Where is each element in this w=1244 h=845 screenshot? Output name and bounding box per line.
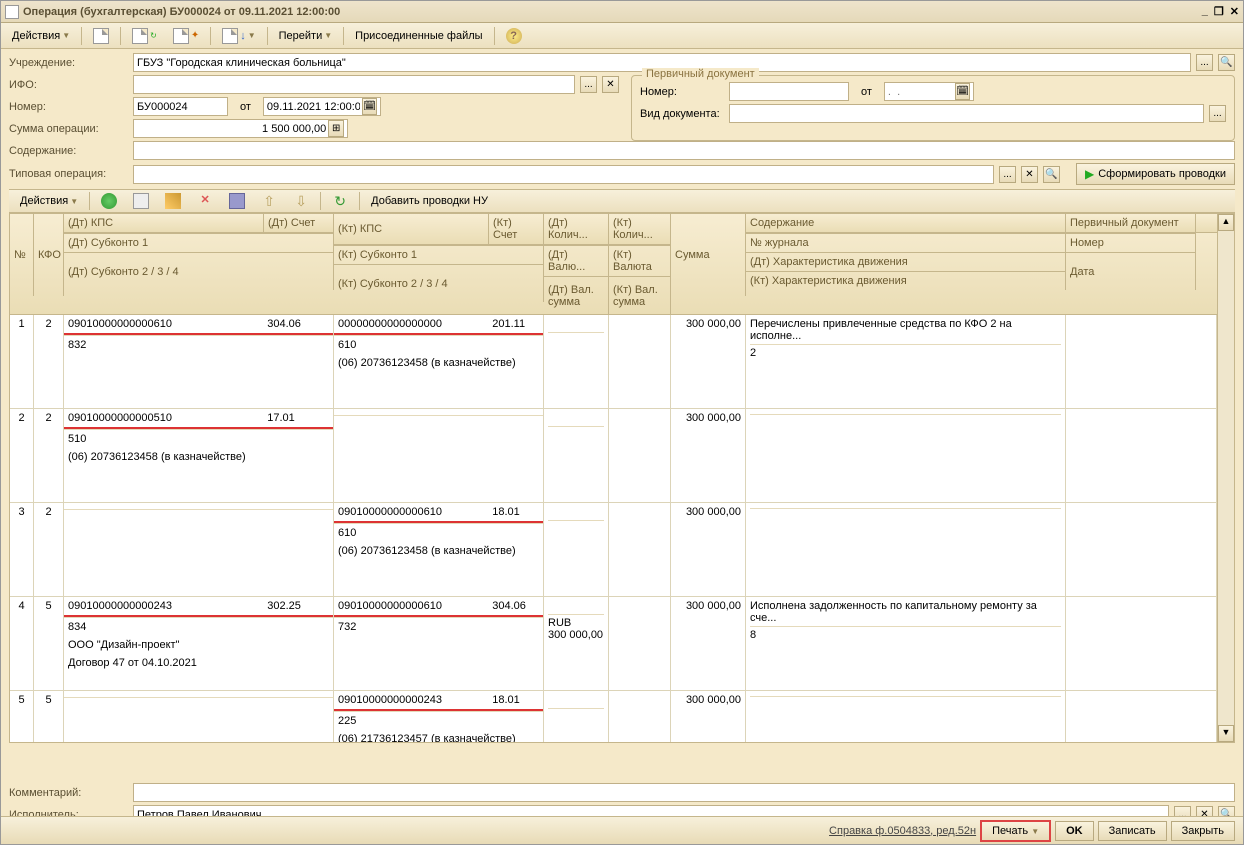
print-button[interactable]: Печать ▼ (980, 820, 1051, 842)
main-toolbar: Действия ▼ ↻ ✦ ↓▼ Перейти ▼ Присоединенн… (1, 23, 1243, 49)
prim-num-input[interactable] (729, 82, 849, 101)
primary-legend: Первичный документ (642, 68, 759, 80)
edit-icon (165, 193, 181, 209)
refresh-button[interactable]: ↻ (325, 190, 355, 212)
org-select-button[interactable]: ... (1196, 54, 1213, 71)
scroll-down-button[interactable]: ▼ (1218, 725, 1234, 742)
grid-actions-menu[interactable]: Действия ▼ (13, 192, 85, 210)
ifo-select-button[interactable]: ... (580, 76, 597, 93)
new-button[interactable] (86, 25, 116, 47)
typical-select-button[interactable]: ... (999, 166, 1016, 183)
prim-num-label: Номер: (640, 86, 725, 98)
move-up-button[interactable]: ⇧ (254, 190, 284, 212)
from-label: от (240, 101, 251, 113)
minimize-button[interactable]: _ (1202, 5, 1208, 18)
entries-grid: № КФО (Дт) КПС(Дт) Счет (Дт) Субконто 1 … (9, 213, 1235, 743)
save-icon (229, 193, 245, 209)
typical-clear-button[interactable]: ✕ (1021, 166, 1038, 183)
move-down-button[interactable]: ⇩ (286, 190, 316, 212)
prim-type-select-button[interactable]: ... (1209, 105, 1226, 122)
close-button[interactable]: ✕ (1230, 5, 1239, 18)
comment-input[interactable] (133, 783, 1235, 802)
calendar-icon[interactable]: 🗓 (955, 83, 970, 100)
close-form-button[interactable]: Закрыть (1171, 821, 1235, 841)
date-input[interactable]: 🗓 (263, 97, 381, 116)
table-row[interactable]: 5 5 0901000000000024318.01 225 (06) 2173… (10, 691, 1217, 742)
number-label: Номер: (9, 101, 129, 113)
calculator-icon[interactable]: ⊞ (328, 120, 344, 137)
ifo-label: ИФО: (9, 79, 129, 91)
grid-header: № КФО (Дт) КПС(Дт) Счет (Дт) Субконто 1 … (10, 214, 1217, 315)
number-input[interactable] (133, 97, 228, 116)
page-icon (93, 28, 109, 44)
add-row-button[interactable] (94, 190, 124, 212)
template-button[interactable]: ✦ (166, 25, 206, 47)
prim-from-label: от (861, 86, 872, 98)
page-template-icon (173, 28, 189, 44)
save-row-button[interactable] (222, 190, 252, 212)
refresh-icon: ↻ (332, 193, 348, 209)
down-icon: ⇩ (293, 193, 309, 209)
help-link[interactable]: Справка ф.0504833, ред.52н (829, 825, 976, 837)
insert-button[interactable]: ↓▼ (215, 25, 262, 47)
table-row[interactable]: 4 5 09010000000000243302.25 834 ООО "Диз… (10, 597, 1217, 691)
sum-input[interactable]: ⊞ (133, 119, 348, 138)
goto-menu[interactable]: Перейти ▼ (272, 27, 340, 45)
ifo-input[interactable] (133, 75, 575, 94)
help-icon: ? (506, 28, 522, 44)
page-insert-icon (222, 28, 238, 44)
app-icon (5, 5, 19, 19)
up-icon: ⇧ (261, 193, 277, 209)
content-input[interactable] (133, 141, 1235, 160)
delete-icon: ✕ (197, 193, 213, 209)
bottom-bar: Справка ф.0504833, ред.52н Печать ▼ OK З… (1, 816, 1243, 844)
col-num[interactable]: № (10, 214, 34, 296)
delete-row-button[interactable]: ✕ (190, 190, 220, 212)
prim-type-label: Вид документа: (640, 108, 725, 120)
typical-input[interactable] (133, 165, 994, 184)
org-search-button[interactable]: 🔍 (1218, 54, 1235, 71)
calendar-icon[interactable]: 🗓 (362, 98, 377, 115)
table-row[interactable]: 2 2 0901000000000051017.01 510 (06) 2073… (10, 409, 1217, 503)
content-label: Содержание: (9, 145, 129, 157)
reload-button[interactable]: ↻ (125, 25, 164, 47)
play-icon: ▶ (1085, 167, 1094, 181)
prim-type-input[interactable] (729, 104, 1204, 123)
vertical-scrollbar[interactable]: ▲ ▼ (1217, 214, 1234, 742)
copy-icon (133, 193, 149, 209)
ifo-clear-button[interactable]: ✕ (602, 76, 619, 93)
sum-label: Сумма операции: (9, 123, 129, 135)
typical-search-button[interactable]: 🔍 (1043, 166, 1060, 183)
add-nu-button[interactable]: Добавить проводки НУ (364, 192, 495, 210)
edit-row-button[interactable] (158, 190, 188, 212)
comment-label: Комментарий: (9, 787, 129, 799)
titlebar: Операция (бухгалтерская) БУ000024 от 09.… (1, 1, 1243, 23)
grid-toolbar: Действия ▼ ✕ ⇧ ⇩ ↻ Добавить проводки НУ (9, 189, 1235, 213)
primary-document-group: Первичный документ Номер: от 🗓 Вид докум… (631, 75, 1235, 141)
attached-files-button[interactable]: Присоединенные файлы (348, 27, 489, 45)
save-button[interactable]: Записать (1098, 821, 1167, 841)
prim-date-input[interactable]: 🗓 (884, 82, 974, 101)
table-row[interactable]: 1 2 09010000000000610304.06 832 00000000… (10, 315, 1217, 409)
help-button[interactable]: ? (499, 25, 529, 47)
actions-menu[interactable]: Действия ▼ (5, 27, 77, 45)
maximize-button[interactable]: ❐ (1214, 5, 1224, 18)
copy-row-button[interactable] (126, 190, 156, 212)
scroll-up-button[interactable]: ▲ (1218, 214, 1234, 231)
col-kfo[interactable]: КФО (34, 214, 64, 296)
form-entries-button[interactable]: ▶Сформировать проводки (1076, 163, 1235, 185)
typical-label: Типовая операция: (9, 168, 129, 180)
org-label: Учреждение: (9, 57, 129, 69)
table-row[interactable]: 3 2 0901000000000061018.01 610 (06) 2073… (10, 503, 1217, 597)
page-reload-icon (132, 28, 148, 44)
ok-button[interactable]: OK (1055, 821, 1094, 841)
plus-icon (101, 193, 117, 209)
window-title: Операция (бухгалтерская) БУ000024 от 09.… (23, 6, 1202, 18)
